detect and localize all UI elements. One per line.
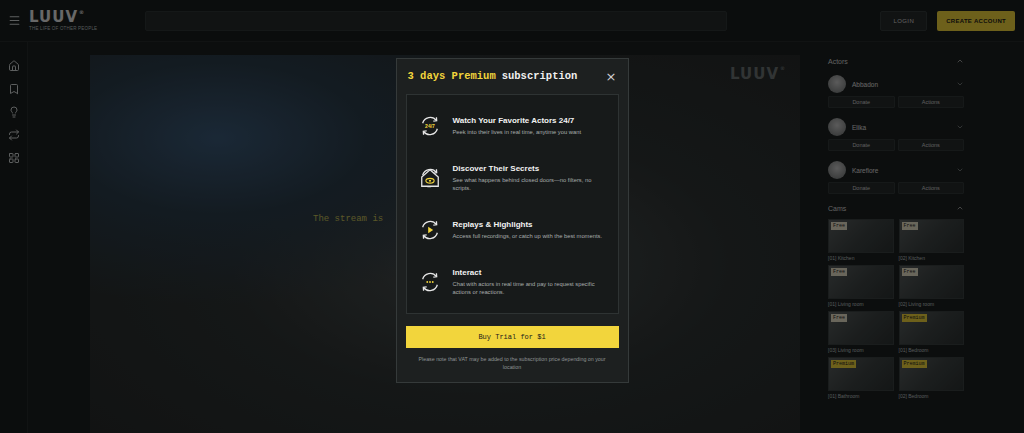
vat-note: Please note that VAT may be added to the… [410, 356, 615, 372]
feature-item: Discover Their Secrets See what happens b… [419, 163, 608, 193]
feature-title: Replays & Highlights [453, 220, 603, 229]
svg-text:24/7: 24/7 [425, 123, 435, 129]
modal-header: 3 days Premiumsubscription × [406, 68, 619, 84]
chat-icon [419, 271, 441, 293]
feature-title: Interact [453, 268, 608, 277]
close-button[interactable]: × [604, 70, 619, 83]
feature-item: Interact Chat with actors in real time an… [419, 267, 608, 297]
clock-icon: 24/7 [419, 115, 441, 137]
modal-title: 3 days Premiumsubscription [406, 70, 578, 82]
feature-item: Replays & Highlights Access full recordin… [419, 215, 608, 245]
feature-list: 24/7 Watch Your Favorite Actors 24/7 Peek … [406, 94, 619, 314]
feature-item: 24/7 Watch Your Favorite Actors 24/7 Peek … [419, 111, 608, 141]
modal-overlay[interactable]: 3 days Premiumsubscription × 24/7 Watch You… [0, 0, 1024, 433]
subscription-modal: 3 days Premiumsubscription × 24/7 Watch You… [396, 58, 629, 383]
play-icon [419, 219, 441, 241]
feature-description: Access full recordings, or catch up with… [453, 232, 603, 240]
house-icon [419, 167, 441, 189]
feature-description: Peek into their lives in real time, anyt… [453, 128, 582, 136]
feature-title: Discover Their Secrets [453, 164, 608, 173]
buy-trial-button[interactable]: Buy Trial for $1 [406, 326, 619, 348]
feature-title: Watch Your Favorite Actors 24/7 [453, 116, 582, 125]
feature-description: See what happens behind closed doors—no … [453, 176, 608, 192]
feature-description: Chat with actors in real time and pay to… [453, 280, 608, 296]
